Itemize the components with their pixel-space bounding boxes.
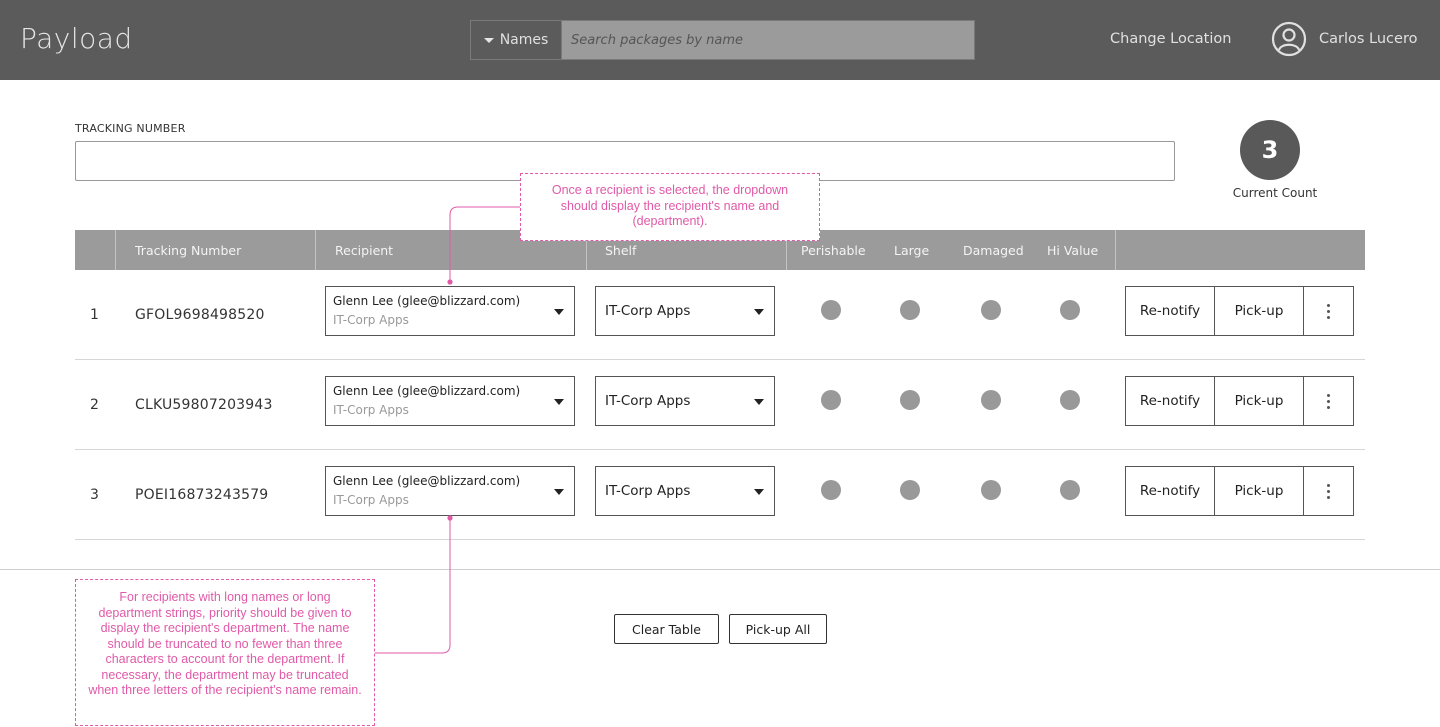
recipient-dropdown[interactable]: Glenn Lee (glee@blizzard.com) IT-Corp Ap… [325,286,575,336]
damaged-toggle[interactable] [981,390,1001,410]
shelf-dropdown[interactable]: IT-Corp Apps [595,466,775,516]
more-options-icon[interactable] [1304,377,1353,425]
search-type-dropdown[interactable]: Names [471,21,562,59]
shelf-value: IT-Corp Apps [605,483,691,499]
search-type-label: Names [499,32,549,48]
column-divider [315,230,316,270]
large-toggle[interactable] [900,480,920,500]
pickup-all-button[interactable]: Pick-up All [729,614,827,644]
row-actions: Re-notify Pick-up [1125,466,1354,516]
recipient-department: IT-Corp Apps [333,313,409,327]
column-divider [115,230,116,270]
shelf-value: IT-Corp Apps [605,393,691,409]
column-header-hi-value: Hi Value [1047,242,1099,258]
annotation-truncation-rule: For recipients with long names or long d… [75,579,375,726]
user-name: Carlos Lucero [1319,31,1418,47]
caret-down-icon [754,309,764,315]
recipient-department: IT-Corp Apps [333,403,409,417]
caret-down-icon [754,399,764,405]
column-header-large: Large [894,242,930,258]
annotation-recipient-display: Once a recipient is selected, the dropdo… [520,173,820,241]
row-tracking-number: GFOL9698498520 [135,307,265,323]
hi-value-toggle[interactable] [1060,480,1080,500]
caret-down-icon [554,309,564,315]
table-row: 1 GFOL9698498520 Glenn Lee (glee@blizzar… [75,270,1365,360]
caret-down-icon [483,37,494,43]
pickup-button[interactable]: Pick-up [1215,377,1304,425]
more-options-icon[interactable] [1304,467,1353,515]
row-number: 3 [90,487,99,503]
damaged-toggle[interactable] [981,480,1001,500]
recipient-name: Glenn Lee (glee@blizzard.com) [333,384,521,398]
shelf-value: IT-Corp Apps [605,303,691,319]
tracking-number-label: TRACKING NUMBER [75,122,186,135]
row-tracking-number: POEI16873243579 [135,487,269,503]
more-options-icon[interactable] [1304,287,1353,335]
app-title: Payload [20,22,133,55]
pickup-button[interactable]: Pick-up [1215,287,1304,335]
row-number: 2 [90,397,99,413]
large-toggle[interactable] [900,300,920,320]
caret-down-icon [554,399,564,405]
current-count-badge: 3 [1240,120,1300,180]
column-divider [1115,230,1116,270]
recipient-department: IT-Corp Apps [333,493,409,507]
user-avatar-icon [1271,21,1307,57]
search-bar: Names [470,20,975,60]
pickup-button[interactable]: Pick-up [1215,467,1304,515]
page-divider [0,569,1440,570]
top-bar: Payload Names Change Location Carlos Luc… [0,0,1440,80]
column-header-recipient: Recipient [335,242,394,258]
search-input[interactable] [562,21,974,59]
hi-value-toggle[interactable] [1060,300,1080,320]
renotify-button[interactable]: Re-notify [1126,377,1215,425]
perishable-toggle[interactable] [821,300,841,320]
row-number: 1 [90,307,99,323]
clear-table-button[interactable]: Clear Table [614,614,719,644]
recipient-name: Glenn Lee (glee@blizzard.com) [333,294,521,308]
column-header-tracking: Tracking Number [135,242,242,258]
perishable-toggle[interactable] [821,390,841,410]
recipient-name: Glenn Lee (glee@blizzard.com) [333,474,521,488]
current-count-label: Current Count [1232,186,1318,200]
shelf-dropdown[interactable]: IT-Corp Apps [595,286,775,336]
user-menu[interactable]: Carlos Lucero [1271,21,1417,57]
large-toggle[interactable] [900,390,920,410]
hi-value-toggle[interactable] [1060,390,1080,410]
caret-down-icon [754,489,764,495]
table-row: 3 POEI16873243579 Glenn Lee (glee@blizza… [75,450,1365,540]
recipient-dropdown[interactable]: Glenn Lee (glee@blizzard.com) IT-Corp Ap… [325,376,575,426]
recipient-dropdown[interactable]: Glenn Lee (glee@blizzard.com) IT-Corp Ap… [325,466,575,516]
damaged-toggle[interactable] [981,300,1001,320]
column-header-damaged: Damaged [963,242,1024,258]
caret-down-icon [554,489,564,495]
renotify-button[interactable]: Re-notify [1126,467,1215,515]
row-actions: Re-notify Pick-up [1125,376,1354,426]
perishable-toggle[interactable] [821,480,841,500]
row-tracking-number: CLKU59807203943 [135,397,273,413]
shelf-dropdown[interactable]: IT-Corp Apps [595,376,775,426]
change-location-link[interactable]: Change Location [1110,31,1231,47]
row-actions: Re-notify Pick-up [1125,286,1354,336]
table-row: 2 CLKU59807203943 Glenn Lee (glee@blizza… [75,360,1365,450]
renotify-button[interactable]: Re-notify [1126,287,1215,335]
